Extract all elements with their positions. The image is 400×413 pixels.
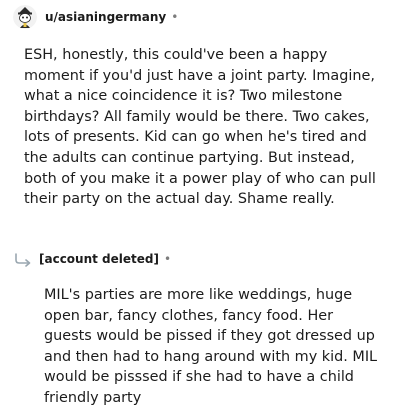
reply-header: [account deleted] • xyxy=(14,249,171,269)
comment-body: ESH, honestly, this could've been a happ… xyxy=(24,47,376,208)
comment-header: u/asianingermany • xyxy=(13,5,178,29)
snoo-avatar-icon[interactable] xyxy=(13,5,37,29)
comment-author[interactable]: u/asianingermany xyxy=(45,10,166,24)
reply-arrow-icon xyxy=(14,252,32,267)
comment-body: MIL's parties are more like weddings, hu… xyxy=(44,287,378,406)
meta-separator: • xyxy=(163,252,172,266)
meta-separator: • xyxy=(171,10,179,24)
comment-author: [account deleted] xyxy=(39,252,159,266)
